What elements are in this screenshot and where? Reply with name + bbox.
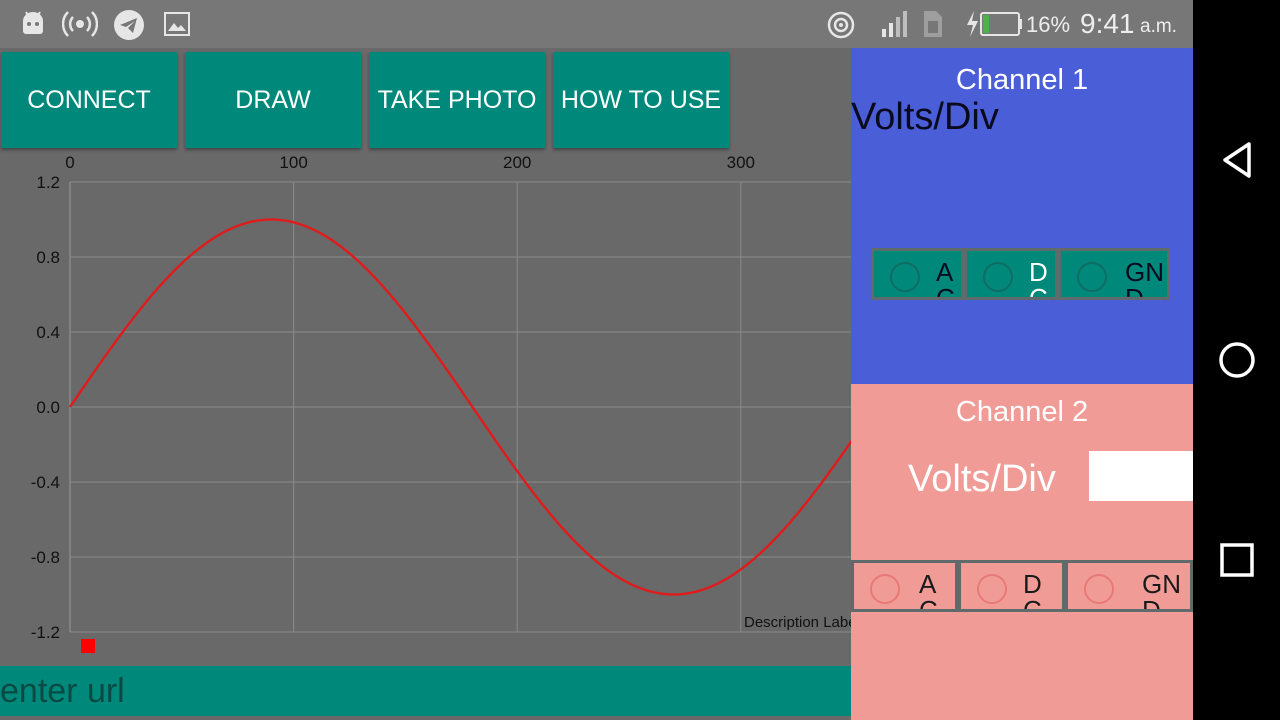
channel1-dc-radio[interactable]: DC (964, 248, 1058, 300)
channel2-dc-radio[interactable]: DC (958, 560, 1065, 612)
channel2-panel: Channel 2 Volts/Div AC DC GND (851, 384, 1193, 720)
recents-button[interactable] (1193, 528, 1280, 592)
oscilloscope-chart: 0 100 200 300 1.2 0.8 0.4 0.0 -0.4 -0.8 -1.2 Descr… (31, 153, 851, 653)
radio-label: AC (919, 569, 938, 612)
recents-square-icon (1219, 543, 1254, 577)
radio-label: DC (1029, 257, 1048, 300)
back-button[interactable] (1193, 128, 1280, 192)
y-tick-label: 0.4 (36, 323, 60, 342)
telegram-icon (114, 10, 144, 40)
channel1-volts-label: Volts/Div (851, 96, 999, 138)
signal-icon (882, 11, 907, 37)
hotspot-icon (62, 11, 98, 37)
channel2-volts-input[interactable] (1089, 451, 1193, 501)
nfc-icon (827, 11, 855, 39)
home-button[interactable] (1193, 328, 1280, 392)
home-circle-icon (1218, 342, 1255, 378)
y-tick-label: 0.0 (36, 398, 60, 417)
channel1-title: Channel 1 (955, 64, 1089, 96)
y-tick-label: -0.4 (31, 473, 60, 492)
x-tick-label: 0 (65, 153, 74, 172)
image-icon (164, 12, 190, 36)
x-tick-label: 100 (279, 153, 307, 172)
radio-circle-icon (890, 262, 920, 292)
radio-label: GND (1142, 569, 1181, 612)
y-tick-label: 0.8 (36, 248, 60, 267)
legend-swatch (81, 639, 95, 653)
main-area: CONNECT DRAW TAKE PHOTO HOW TO USE 0 100 2… (0, 48, 851, 720)
y-tick-label: -1.2 (31, 623, 60, 642)
radio-label: AC (936, 257, 955, 300)
radio-circle-icon (1077, 262, 1107, 292)
android-icon (23, 11, 43, 34)
x-tick-label: 300 (727, 153, 755, 172)
radio-circle-icon (1084, 574, 1114, 604)
y-tick-label: 1.2 (36, 173, 60, 192)
clock-ampm: a.m. (1140, 16, 1177, 37)
navigation-bar (1193, 0, 1280, 720)
channel2-volts-label: Volts/Div (908, 458, 1056, 500)
url-input[interactable] (0, 666, 851, 716)
radio-circle-icon (983, 262, 1013, 292)
y-tick-label: -0.8 (31, 548, 60, 567)
status-bar: 16% 9:41 a.m. (0, 0, 1193, 48)
x-tick-label: 200 (503, 153, 531, 172)
channel1-panel: Channel 1 Volts/Div AC DC GND (851, 48, 1193, 384)
channel2-coupling-group: AC DC GND (851, 560, 1193, 612)
channel2-ac-radio[interactable]: AC (851, 560, 958, 612)
radio-label: DC (1023, 569, 1042, 612)
channel1-gnd-radio[interactable]: GND (1058, 248, 1170, 300)
clock-time: 9:41 (1080, 8, 1135, 39)
channel2-title: Channel 2 (955, 396, 1089, 428)
back-triangle-icon (1222, 142, 1251, 178)
radio-circle-icon (977, 574, 1007, 604)
channel1-coupling-group: AC DC GND (871, 248, 1170, 300)
battery-percent: 16% (1026, 12, 1071, 37)
channel2-gnd-radio[interactable]: GND (1065, 560, 1193, 612)
sim-card-icon (924, 11, 942, 37)
radio-circle-icon (870, 574, 900, 604)
radio-label: GND (1125, 257, 1164, 300)
battery-charging-icon (967, 11, 1022, 37)
channel1-ac-radio[interactable]: AC (871, 248, 964, 300)
description-label: Description Label (744, 614, 851, 631)
